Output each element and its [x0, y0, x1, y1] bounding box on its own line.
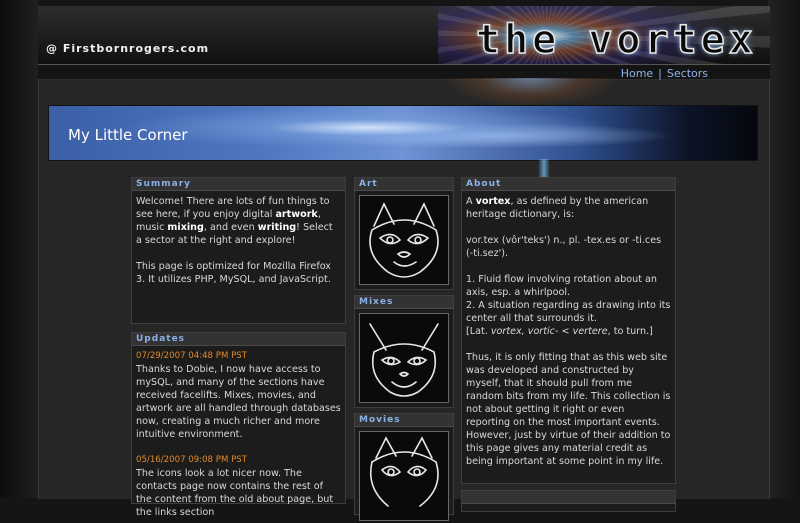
sector-mixes-panel: Mixes — [354, 295, 454, 408]
updates-panel: Updates 07/29/2007 04:48 PM PST Thanks t… — [131, 332, 346, 518]
site-name: @ Firstbornrogers.com — [46, 42, 210, 55]
art-thumbnail[interactable] — [359, 195, 449, 285]
sector-movies-panel: Movies — [354, 413, 454, 521]
top-nav: Home | Sectors — [621, 67, 708, 80]
light-beam — [538, 159, 550, 177]
movies-thumbnail[interactable] — [359, 431, 449, 521]
mixes-thumbnail[interactable] — [359, 313, 449, 403]
about-panel: About A vortex, as defined by the americ… — [461, 177, 676, 484]
about-intro: A vortex, as defined by the american her… — [466, 196, 649, 220]
nav-separator: | — [658, 67, 662, 80]
page-right-edge — [768, 0, 800, 498]
update-date: 07/29/2007 04:48 PM PST — [136, 351, 247, 361]
raccoon-sketch-icon — [360, 196, 448, 284]
banner-title: My Little Corner — [68, 126, 188, 144]
summary-body: Welcome! There are lots of fun things to… — [132, 191, 345, 290]
about-definition-1: 1. Fluid flow involving rotation about a… — [466, 274, 657, 298]
updates-header: Updates — [132, 333, 345, 346]
page-left-edge — [0, 0, 38, 498]
sector-movies-header: Movies — [355, 414, 453, 427]
update-text: Thanks to Dobie, I now have access to my… — [136, 364, 341, 440]
about-closing: Thus, it is only fitting that as this we… — [466, 352, 671, 467]
sector-mixes-header: Mixes — [355, 296, 453, 309]
about-definition-2: 2. A situation regarding as drawing into… — [466, 300, 671, 324]
site-header: @ Firstbornrogers.com the vortex — [38, 6, 770, 65]
vortex-glow — [440, 78, 620, 108]
fox-sketch-icon — [360, 314, 448, 402]
sector-art-panel: Art — [354, 177, 454, 290]
site-logo[interactable]: the vortex — [475, 19, 757, 61]
next-panel — [461, 490, 676, 512]
summary-intro: Welcome! There are lots of fun things to… — [136, 196, 333, 246]
sector-art-header: Art — [355, 178, 453, 191]
update-date: 05/16/2007 09:08 PM PST — [136, 455, 247, 465]
summary-panel: Summary Welcome! There are lots of fun t… — [131, 177, 346, 324]
nav-home-link[interactable]: Home — [621, 67, 653, 80]
nav-sectors-link[interactable]: Sectors — [667, 67, 708, 80]
update-text: The icons look a lot nicer now. The cont… — [136, 468, 334, 518]
summary-browser-note: This page is optimized for Mozilla Firef… — [136, 261, 331, 285]
about-body: A vortex, as defined by the american her… — [462, 191, 675, 472]
critter-sketch-icon — [360, 432, 448, 520]
about-pronunciation: vor.tex (vôr'teks') n., pl. -tex.es or -… — [466, 235, 662, 259]
updates-body: 07/29/2007 04:48 PM PST Thanks to Dobie,… — [132, 346, 345, 523]
about-header: About — [462, 178, 675, 191]
about-etymology: [Lat. vortex, vortic- < vertere, to turn… — [466, 326, 653, 337]
summary-header: Summary — [132, 178, 345, 191]
